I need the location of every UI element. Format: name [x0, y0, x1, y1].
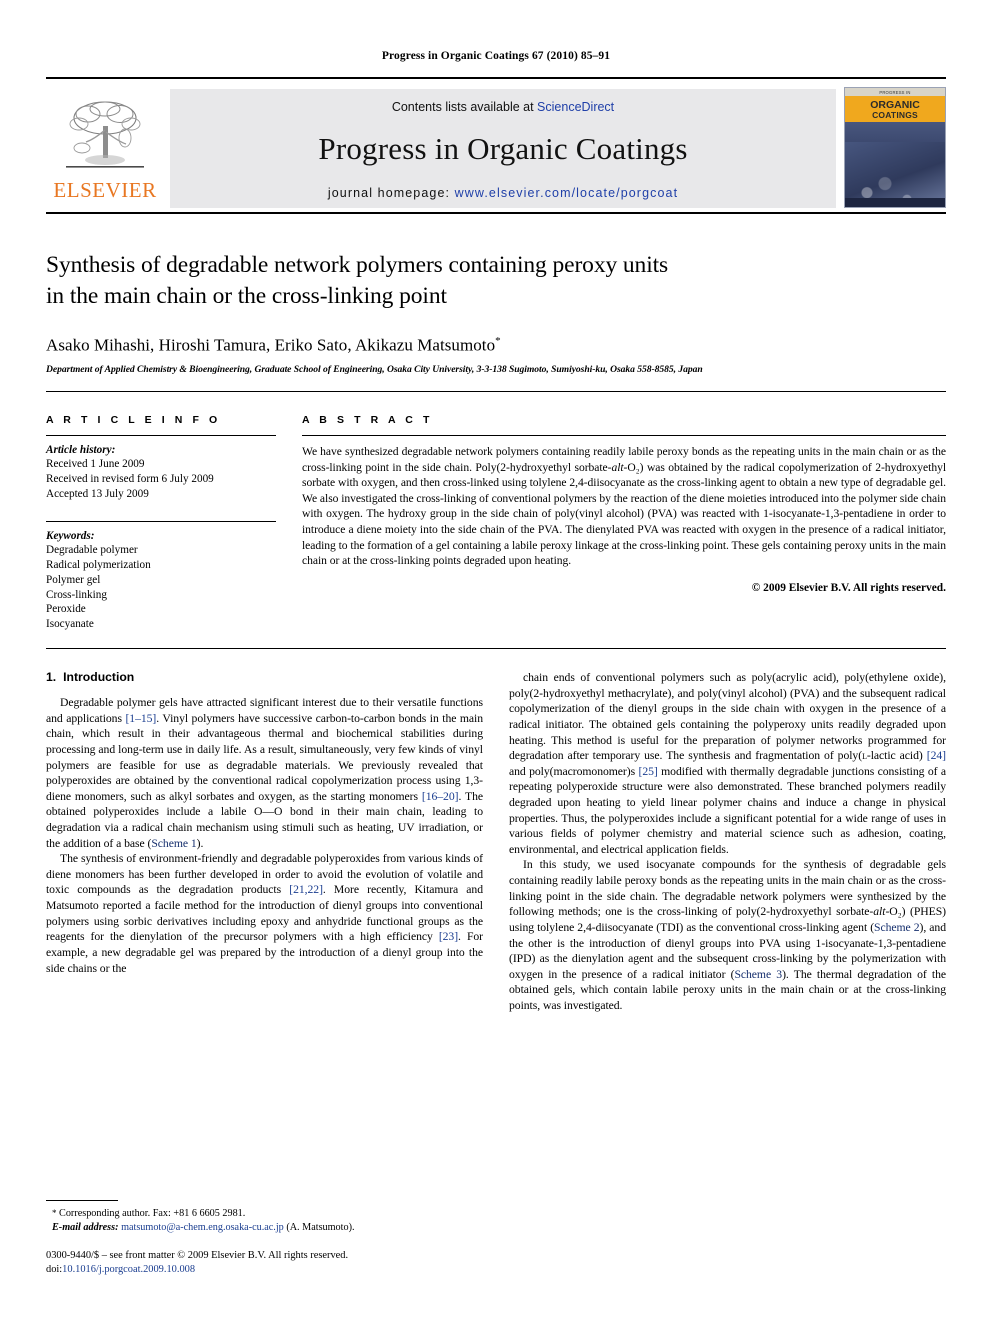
doi-label: doi: [46, 1263, 63, 1275]
paper-title-line-2: in the main chain or the cross-linking p… [46, 283, 447, 310]
abstract-heading: A B S T R A C T [302, 414, 433, 427]
keyword-item: Polymer gel [46, 573, 101, 586]
scheme-ref[interactable]: Scheme 1 [151, 837, 196, 850]
cover-bottom-strip [845, 198, 945, 207]
body-column-left: 1. Introduction Degradable polymer gels h… [46, 670, 483, 1013]
keyword-item: Degradable polymer [46, 543, 138, 556]
corresponding-author-text: Corresponding author. Fax: +81 6 6605 29… [59, 1208, 246, 1220]
author-names: Asako Mihashi, Hiroshi Tamura, Eriko Sat… [46, 335, 496, 355]
citation-ref[interactable]: [25] [638, 765, 657, 778]
journal-masthead: ELSEVIER Contents lists available at Sci… [46, 77, 946, 212]
keyword-item: Peroxide [46, 603, 86, 616]
cover-band-subtitle: COATINGS [872, 109, 918, 120]
keywords-label: Keywords: [46, 529, 95, 542]
paper-title-line-1: Synthesis of degradable network polymers… [46, 252, 669, 278]
title-bottom-rule [46, 391, 946, 393]
keyword-item: Cross-linking [46, 588, 107, 601]
elsevier-wordmark: ELSEVIER [53, 178, 157, 202]
issn-copyright-block: 0300-9440/$ – see front matter © 2009 El… [46, 1249, 483, 1277]
keyword-item: Isocyanate [46, 618, 94, 631]
article-history-item: Received in revised form 6 July 2009 [46, 473, 214, 486]
running-head: Progress in Organic Coatings 67 (2010) 8… [381, 50, 611, 62]
intro-paragraph-4: In this study, we used isocyanate compou… [509, 858, 946, 1012]
journal-article-page: Progress in Organic Coatings 67 (2010) 8… [0, 0, 992, 1323]
affiliation: Department of Applied Chemistry & Bioeng… [46, 364, 703, 376]
article-info-rule [46, 435, 276, 437]
intro-paragraph-2: The synthesis of environment-friendly an… [46, 852, 484, 975]
abstract-rule [302, 435, 946, 437]
elsevier-tree-icon [66, 101, 144, 168]
citation-ref[interactable]: [23] [439, 930, 458, 943]
abstract-bottom-rule [46, 648, 946, 650]
journal-homepage-line: journal homepage: www.elsevier.com/locat… [328, 186, 678, 200]
citation-ref[interactable]: [21,22] [289, 883, 323, 896]
email-note: E-mail address: matsumoto@a-chem.eng.osa… [46, 1221, 483, 1235]
cover-band: ORGANIC COATINGS [845, 96, 945, 123]
abstract-column: A B S T R A C T We have synthesized degr… [302, 414, 946, 632]
email-label: E-mail address: [52, 1221, 119, 1233]
corresponding-author-note: * Corresponding author. Fax: +81 6 6605 … [46, 1207, 483, 1221]
citation-ref[interactable]: [16–20] [422, 790, 459, 803]
article-info-column: A R T I C L E I N F O Article history: R… [46, 414, 302, 632]
section-heading-introduction: 1. Introduction [46, 670, 483, 684]
info-abstract-section: A R T I C L E I N F O Article history: R… [46, 414, 946, 632]
section-number: 1. [46, 670, 57, 685]
footnote-marker: * [52, 1208, 57, 1219]
journal-homepage-url[interactable]: www.elsevier.com/locate/porgcoat [455, 186, 678, 200]
title-block: Synthesis of degradable network polymers… [46, 214, 946, 375]
footnote-rule [46, 1200, 118, 1202]
contents-prefix: Contents lists available at [391, 99, 538, 114]
article-info-heading: A R T I C L E I N F O [46, 414, 221, 427]
elsevier-logo: ELSEVIER [46, 79, 164, 212]
homepage-prefix: journal homepage: [327, 185, 455, 200]
keyword-item: Radical polymerization [46, 558, 151, 571]
journal-title: Progress in Organic Coatings [318, 130, 688, 166]
citation-ref[interactable]: [1–15] [125, 712, 156, 725]
author-list: Asako Mihashi, Hiroshi Tamura, Eriko Sat… [46, 335, 946, 356]
scheme-ref[interactable]: Scheme 3 [734, 968, 782, 981]
body-columns: 1. Introduction Degradable polymer gels h… [46, 670, 946, 1013]
doi-line: doi:10.1016/j.porgcoat.2009.10.008 [46, 1263, 483, 1277]
article-history-item: Received 1 June 2009 [46, 458, 145, 471]
doi-link[interactable]: 10.1016/j.porgcoat.2009.10.008 [62, 1264, 195, 1275]
journal-cover-thumbnail: PROGRESS IN ORGANIC COATINGS [844, 87, 946, 208]
article-history-item: Accepted 13 July 2009 [46, 487, 149, 500]
contents-available-line: Contents lists available at ScienceDirec… [392, 100, 614, 114]
intro-paragraph-1: Degradable polymer gels have attracted s… [46, 696, 483, 850]
abstract-copyright: © 2009 Elsevier B.V. All rights reserved… [751, 581, 946, 594]
citation-ref[interactable]: [24] [927, 749, 946, 762]
section-label: Introduction [63, 670, 135, 685]
intro-paragraph-3: chain ends of conventional polymers such… [509, 671, 946, 856]
journal-band: Contents lists available at ScienceDirec… [170, 89, 836, 208]
scheme-ref[interactable]: Scheme 2 [874, 921, 920, 934]
body-column-right: chain ends of conventional polymers such… [509, 670, 946, 1013]
corresponding-author-marker: * [495, 334, 501, 347]
keywords-rule [46, 520, 276, 522]
email-link[interactable]: matsumoto@a-chem.eng.osaka-cu.ac.jp [121, 1222, 284, 1233]
footnote-area: * Corresponding author. Fax: +81 6 6605 … [46, 1200, 483, 1277]
article-history-label: Article history: [46, 444, 116, 457]
email-suffix: (A. Matsumoto). [286, 1221, 355, 1233]
issn-line: 0300-9440/$ – see front matter © 2009 El… [46, 1249, 349, 1261]
abstract-text: We have synthesized degradable network p… [302, 445, 946, 568]
page-title: Synthesis of degradable network polymers… [46, 250, 946, 313]
cover-top-text: PROGRESS IN [845, 88, 945, 96]
sciencedirect-link[interactable]: ScienceDirect [537, 100, 614, 114]
